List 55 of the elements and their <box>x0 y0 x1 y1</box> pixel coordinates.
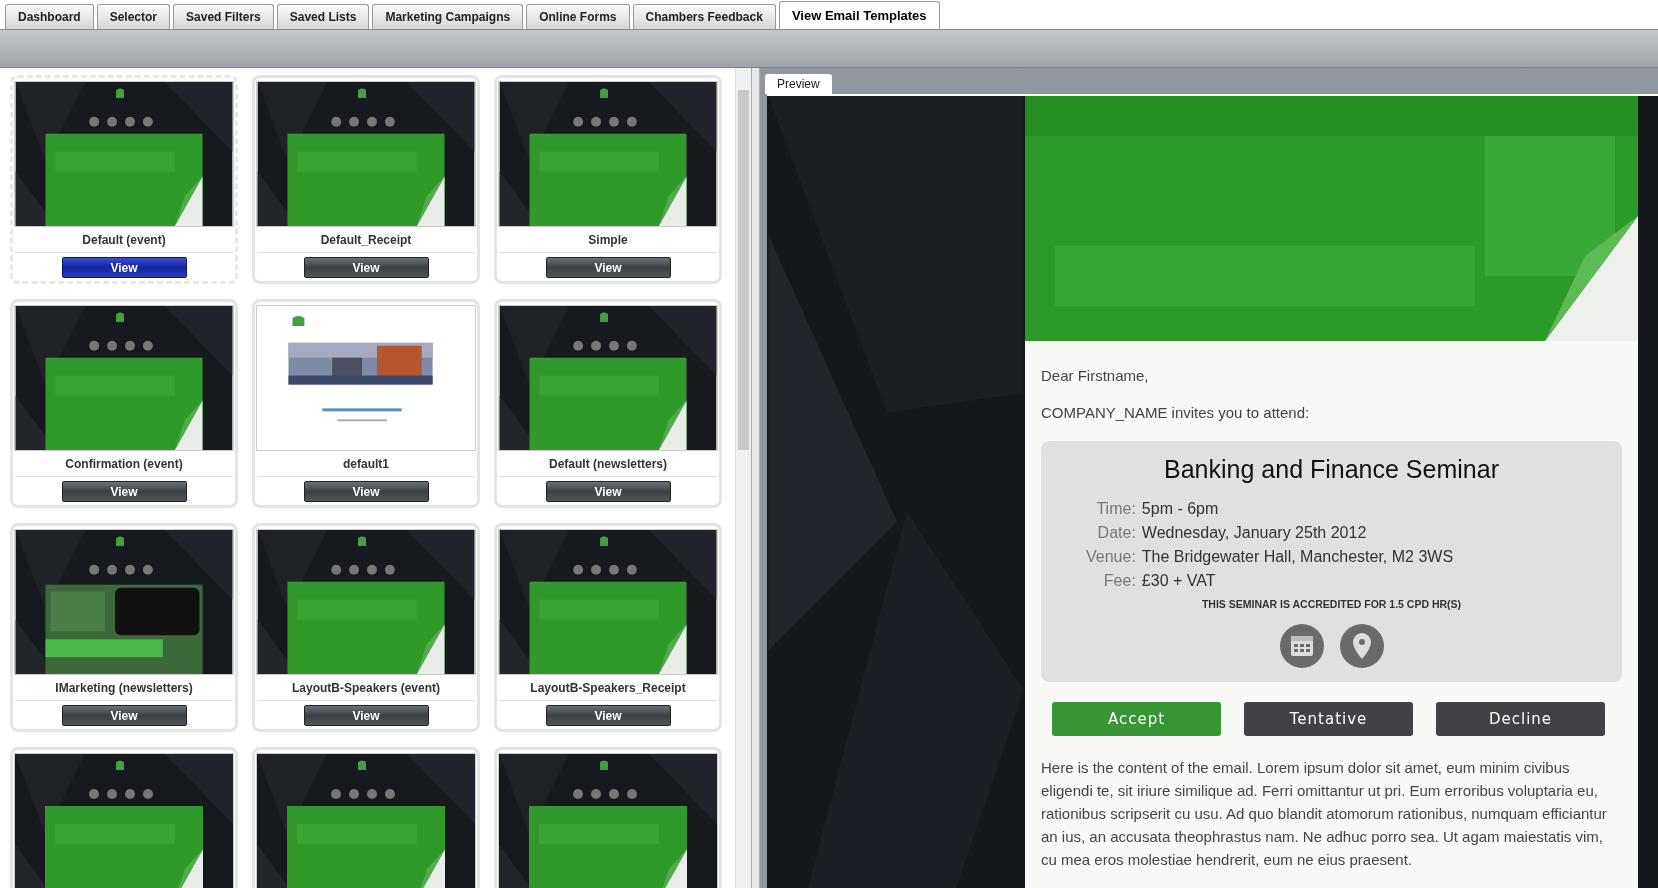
view-button[interactable]: View <box>303 705 429 726</box>
view-button[interactable]: View <box>61 705 187 726</box>
detail-label: Fee: <box>1102 572 1136 590</box>
detail-label: Date: <box>1096 524 1136 542</box>
template-name: Default_Receipt <box>320 233 412 248</box>
detail-value: £30 + VAT <box>1141 572 1217 590</box>
template-name: Default (newsletters) <box>549 457 667 472</box>
accreditation-note: THIS SEMINAR IS ACCREDITED FOR 1.5 CPD HR(S) <box>1201 598 1462 610</box>
tab[interactable]: Chambers Feedback <box>632 4 776 29</box>
tab[interactable]: View Email Templates <box>778 1 940 29</box>
detail-value: 5pm - 6pm <box>1141 500 1220 518</box>
greeting-text: Dear Firstname, <box>1041 367 1150 384</box>
detail-label: Venue: <box>1086 548 1136 566</box>
tab[interactable]: Saved Filters <box>173 4 274 29</box>
view-button[interactable]: View <box>61 481 187 502</box>
email-body-text: Here is the content of the email. Lorem ipsum dolor sit amet, eum minim civibus eligendi te, sit iriure similique ad. Ferri omittantur ut pri. Eum erroribus voluptaria eu, rationibus scripserit cu usu. Ad quo blandit atomorum rationibus, numquam efficiantur an ius, an accusata theophrastus nam. Ne adhuc porro sea. Ut agam maiestatis vim, cu mea eros molestiae hendrerit, eum ne eius praesent. <box>1041 758 1608 870</box>
template-card[interactable]: Default (newsletters) View <box>494 299 722 508</box>
response-button[interactable]: Accept <box>1052 702 1221 736</box>
response-button[interactable]: Tentative <box>1244 702 1413 736</box>
preview-tab[interactable]: Preview <box>765 74 832 94</box>
detail-label: Time: <box>1095 500 1136 518</box>
template-name: default1 <box>343 457 389 472</box>
template-name: Simple <box>588 233 628 248</box>
view-button[interactable]: View <box>303 257 429 278</box>
location-pin-icon[interactable] <box>1339 624 1384 668</box>
template-card[interactable]: LayoutB-Speakers_Receipt View <box>494 523 722 732</box>
template-name: IMarketing (newsletters) <box>55 681 193 696</box>
tab[interactable]: Online Forms <box>526 4 630 29</box>
detail-value: Wednesday, January 25th 2012 <box>1141 524 1368 542</box>
template-name: Confirmation (event) <box>65 457 183 472</box>
template-name: LayoutB-Speakers_Receipt <box>530 681 686 696</box>
template-card[interactable]: LayoutB-Speakers (event) View <box>252 523 480 732</box>
template-card[interactable]: Simple View <box>494 75 722 284</box>
view-button[interactable]: View <box>545 705 671 726</box>
template-card[interactable]: Default_Receipt View <box>252 75 480 284</box>
view-button[interactable]: View <box>545 257 671 278</box>
template-card[interactable]: Confirmation (event) View <box>10 299 238 508</box>
template-card[interactable]: IMarketing (newsletters) View <box>10 523 238 732</box>
event-title: Banking and Finance Seminar <box>1164 455 1499 484</box>
tab[interactable]: Dashboard <box>5 4 94 29</box>
view-button[interactable]: View <box>303 481 429 502</box>
template-card[interactable]: Default (event) View <box>10 75 238 284</box>
scrollbar[interactable] <box>735 68 751 888</box>
view-button[interactable]: View <box>545 481 671 502</box>
detail-value: The Bridgewater Hall, Manchester, M2 3WS <box>1141 548 1454 566</box>
response-button[interactable]: Decline <box>1436 702 1605 736</box>
calendar-icon[interactable] <box>1279 624 1324 668</box>
tab[interactable]: Marketing Campaigns <box>372 4 524 29</box>
tab[interactable]: Selector <box>96 4 171 29</box>
template-card[interactable]: default1 View <box>252 299 480 508</box>
tab[interactable]: Saved Lists <box>276 4 370 29</box>
template-name: LayoutB-Speakers (event) <box>291 681 440 696</box>
invite-text: COMPANY_NAME invites you to attend: <box>1041 404 1311 421</box>
view-button[interactable]: View <box>61 257 187 278</box>
template-name: Default (event) <box>82 233 166 248</box>
